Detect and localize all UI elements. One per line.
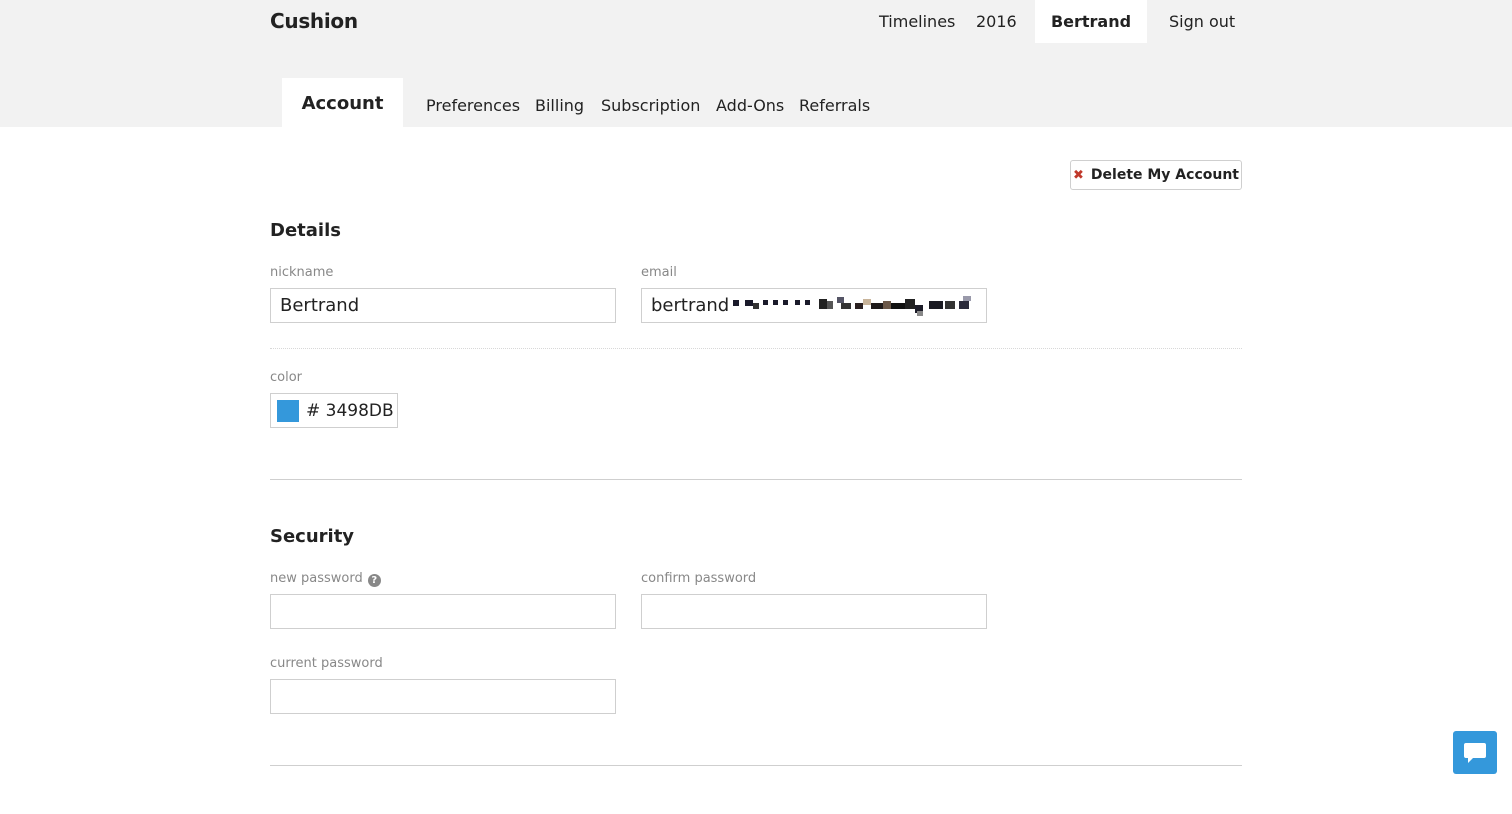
confirm-password-label: confirm password [641,571,757,586]
new-password-input[interactable] [270,594,616,629]
details-heading: Details [270,220,341,241]
tab-add-ons[interactable]: Add-Ons [716,78,784,127]
tab-subscription[interactable]: Subscription [601,78,700,127]
nickname-label: nickname [270,265,334,280]
new-password-label-wrap: new password? [270,571,381,587]
delete-account-label: Delete My Account [1090,167,1239,183]
current-password-input[interactable] [270,679,616,714]
color-swatch [277,399,299,422]
close-icon: ✖ [1073,167,1084,183]
confirm-password-input[interactable] [641,594,987,629]
tab-referrals[interactable]: Referrals [799,78,870,127]
nickname-input[interactable]: Bertrand [270,288,616,323]
color-picker[interactable]: # 3498DB [270,393,398,428]
tab-preferences[interactable]: Preferences [426,78,520,127]
tab-billing[interactable]: Billing [535,78,584,127]
nav-2016[interactable]: 2016 [976,0,1017,43]
section-divider [270,479,1242,480]
nav-sign-out[interactable]: Sign out [1169,0,1235,43]
color-value: # 3498DB [306,400,394,421]
nav-timelines[interactable]: Timelines [879,0,955,43]
tab-account[interactable]: Account [282,78,403,127]
top-nav: Timelines 2016 Bertrand Sign out [0,0,1512,43]
nav-user-bertrand[interactable]: Bertrand [1035,0,1147,43]
details-divider [270,348,1242,349]
delete-account-button[interactable]: ✖ Delete My Account [1070,160,1242,190]
settings-tabs: Account Preferences Billing Subscription… [0,78,1512,127]
redacted-email-mosaic [733,295,973,317]
header-bar: Cushion Timelines 2016 Bertrand Sign out… [0,0,1512,127]
chat-bubble-icon [1464,742,1486,763]
section-divider-bottom [270,765,1242,766]
email-label: email [641,265,677,280]
chat-button[interactable] [1453,731,1497,774]
question-circle-icon[interactable]: ? [367,574,381,587]
current-password-label: current password [270,656,383,671]
new-password-label: new password [270,571,363,586]
color-label: color [270,370,303,385]
security-heading: Security [270,526,355,547]
